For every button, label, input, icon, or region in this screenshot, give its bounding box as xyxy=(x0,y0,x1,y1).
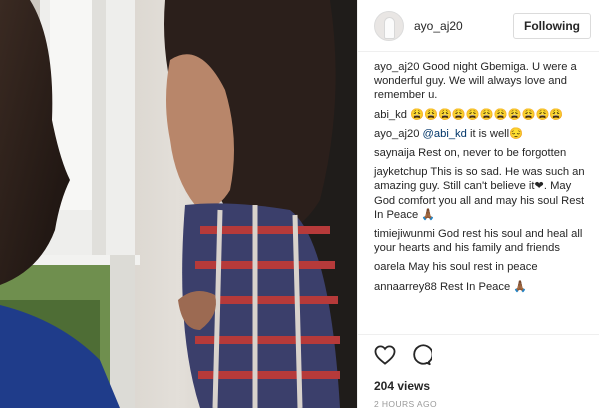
comment-item: annaarrey88 Rest In Peace 🙏🏾 xyxy=(374,280,589,294)
comment-mention[interactable]: @abi_kd xyxy=(423,128,467,140)
comment-username[interactable]: oarela xyxy=(374,261,405,273)
post-panel: ayo_aj20 Following ayo_aj20 Good night G… xyxy=(357,0,599,409)
comment-item: ayo_aj20 @abi_kd it is well😔 xyxy=(374,127,589,141)
comment-icon[interactable] xyxy=(410,343,434,371)
comment-username[interactable]: timiejiwunmi xyxy=(374,228,435,240)
comment-text: May his soul rest in peace xyxy=(408,261,538,274)
heart-icon[interactable] xyxy=(374,344,396,370)
comment-item: abi_kd 😩😩😩😩😩😩😩😩😩😩😩 xyxy=(374,108,589,122)
view-count: 204 views xyxy=(374,379,431,393)
comment-item: jayketchup This is so sad. He was such a… xyxy=(374,165,589,222)
post-actions: 204 views 2 HOURS AGO xyxy=(358,334,599,409)
video-frame xyxy=(0,0,357,408)
comment-item: ayo_aj20 Good night Gbemiga. U were a wo… xyxy=(374,60,589,103)
comment-item: oarela May his soul rest in peace xyxy=(374,260,589,274)
comment-text: Rest on, never to be forgotten xyxy=(418,147,567,160)
post-header: ayo_aj20 Following xyxy=(358,0,599,52)
comment-item: timiejiwunmi God rest his soul and heal … xyxy=(374,227,589,255)
comments-list: ayo_aj20 Good night Gbemiga. U were a wo… xyxy=(374,60,589,299)
comment-username[interactable]: jayketchup xyxy=(374,166,428,178)
post-username[interactable]: ayo_aj20 xyxy=(414,19,513,33)
comment-username[interactable]: annaarrey88 xyxy=(374,281,437,293)
comment-text: it is well😔 xyxy=(469,127,524,140)
comment-username[interactable]: ayo_aj20 xyxy=(374,128,419,140)
post-video[interactable] xyxy=(0,0,357,408)
comment-item: saynaija Rest on, never to be forgotten xyxy=(374,146,589,160)
comment-username[interactable]: ayo_aj20 xyxy=(374,61,419,73)
comment-username[interactable]: abi_kd xyxy=(374,109,407,121)
avatar-figure xyxy=(384,16,395,39)
action-icons xyxy=(374,343,583,371)
comment-text: Rest In Peace 🙏🏾 xyxy=(439,280,528,293)
comment-username[interactable]: saynaija xyxy=(374,147,415,159)
following-button[interactable]: Following xyxy=(513,12,591,39)
comment-text: 😩😩😩😩😩😩😩😩😩😩😩 xyxy=(410,108,564,121)
profile-avatar[interactable] xyxy=(374,10,404,41)
